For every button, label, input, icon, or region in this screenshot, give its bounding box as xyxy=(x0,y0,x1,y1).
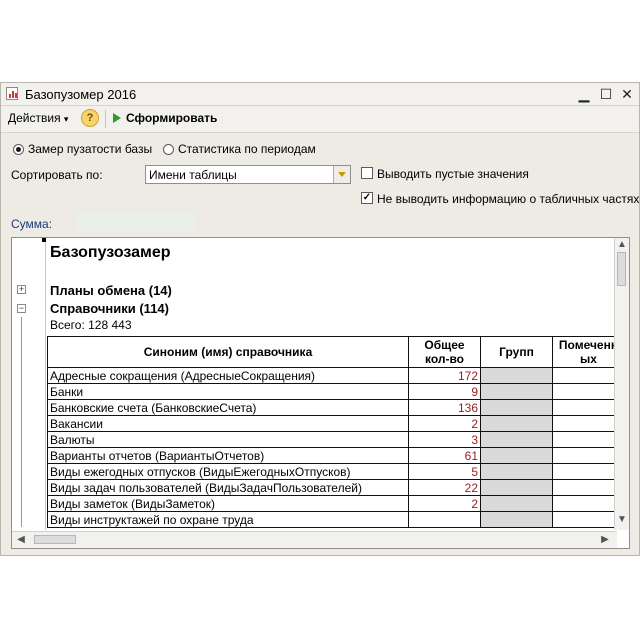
row-name: Банки xyxy=(47,383,409,400)
section-exchange-plans: Планы обмена (14) xyxy=(50,283,172,298)
radio-stats[interactable] xyxy=(163,144,174,155)
table-row[interactable]: Адресные сокращения (АдресныеСокращения)… xyxy=(47,367,625,384)
section-catalogs: Справочники (114) xyxy=(50,301,169,316)
actions-menu[interactable]: Действия ▾ xyxy=(8,111,68,125)
row-name: Виды заметок (ВидыЗаметок) xyxy=(47,495,409,512)
generate-button[interactable]: Сформировать xyxy=(113,111,217,125)
window-title: Базопузомер 2016 xyxy=(25,87,137,102)
checkbox-no-tables-label[interactable]: Не выводить информацию о табличных частя… xyxy=(377,192,639,206)
total-count: Всего: 128 443 xyxy=(50,318,132,332)
row-count: 2 xyxy=(408,415,481,432)
minimize-button[interactable]: ▁ xyxy=(575,85,593,103)
checkbox-empty-values-label[interactable]: Выводить пустые значения xyxy=(377,167,529,181)
row-count: 9 xyxy=(408,383,481,400)
cell-cursor xyxy=(42,238,46,242)
row-count: 2 xyxy=(408,495,481,512)
report-document[interactable]: + − Базопузозамер Планы обмена (14) Спра… xyxy=(11,237,630,549)
table-row[interactable]: Вакансии 2 xyxy=(47,415,625,432)
row-count: 172 xyxy=(408,367,481,384)
table-row[interactable]: Варианты отчетов (ВариантыОтчетов) 61 xyxy=(47,447,625,464)
row-count: 61 xyxy=(408,447,481,464)
sum-field xyxy=(76,213,196,231)
row-name: Виды задач пользователей (ВидыЗадачПольз… xyxy=(47,479,409,496)
sort-label: Сортировать по: xyxy=(11,168,103,182)
horizontal-scroll-thumb[interactable] xyxy=(34,535,76,544)
row-groups xyxy=(480,463,553,480)
generate-button-label: Сформировать xyxy=(126,111,218,125)
close-button[interactable]: ✕ xyxy=(618,85,636,103)
scroll-down-icon[interactable]: ▼ xyxy=(615,514,629,525)
app-window: Базопузомер 2016 ▁ ☐ ✕ Действия ▾ ? Сфор… xyxy=(0,82,640,556)
vertical-scroll-thumb[interactable] xyxy=(617,252,626,286)
app-chart-icon xyxy=(6,87,18,100)
row-name: Адресные сокращения (АдресныеСокращения) xyxy=(47,367,409,384)
row-name: Вакансии xyxy=(47,415,409,432)
radio-measure[interactable] xyxy=(13,144,24,155)
chevron-down-icon: ▾ xyxy=(63,114,69,124)
toolbar-separator xyxy=(105,110,106,128)
catalog-table: Синоним (имя) справочника Общее кол-во Г… xyxy=(47,336,625,528)
expand-icon[interactable]: + xyxy=(17,285,26,294)
row-count: 22 xyxy=(408,479,481,496)
row-groups xyxy=(480,479,553,496)
col-groups: Групп xyxy=(480,336,553,368)
row-name: Банковские счета (БанковскиеСчета) xyxy=(47,399,409,416)
col-synonym: Синоним (имя) справочника xyxy=(47,336,409,368)
row-count: 5 xyxy=(408,463,481,480)
checkbox-no-tables[interactable]: ✓ xyxy=(361,192,373,204)
table-row[interactable]: Виды ежегодных отпусков (ВидыЕжегодныхОт… xyxy=(47,463,625,480)
radio-measure-label[interactable]: Замер пузатости базы xyxy=(28,142,152,156)
sort-select-value: Имени таблицы xyxy=(149,168,237,182)
scroll-left-icon[interactable]: ◀ xyxy=(14,534,28,545)
play-icon xyxy=(113,113,121,123)
group-line xyxy=(21,317,22,527)
table-row[interactable]: Банковские счета (БанковскиеСчета) 136 xyxy=(47,399,625,416)
table-row[interactable]: Банки 9 xyxy=(47,383,625,400)
checkbox-empty-values[interactable] xyxy=(361,167,373,179)
sum-label: Сумма: xyxy=(11,217,53,231)
row-groups xyxy=(480,495,553,512)
gutter-divider xyxy=(45,238,46,530)
vertical-scrollbar[interactable]: ▲ ▼ xyxy=(614,238,629,530)
horizontal-scrollbar[interactable]: ◀ ▶ xyxy=(12,531,617,548)
row-groups xyxy=(480,367,553,384)
report-title: Базопузозамер xyxy=(50,244,171,261)
collapse-icon[interactable]: − xyxy=(17,304,26,313)
row-groups xyxy=(480,431,553,448)
row-name: Виды инструктажей по охране труда xyxy=(47,511,409,528)
row-count: 136 xyxy=(408,399,481,416)
title-bar: Базопузомер 2016 ▁ ☐ ✕ xyxy=(1,83,639,106)
table-row[interactable]: Виды задач пользователей (ВидыЗадачПольз… xyxy=(47,479,625,496)
table-row[interactable]: Виды инструктажей по охране труда xyxy=(47,511,625,528)
radio-stats-label[interactable]: Статистика по периодам xyxy=(178,142,316,156)
maximize-button[interactable]: ☐ xyxy=(597,85,615,103)
row-groups xyxy=(480,415,553,432)
row-count: 3 xyxy=(408,431,481,448)
row-name: Варианты отчетов (ВариантыОтчетов) xyxy=(47,447,409,464)
toolbar: Действия ▾ ? Сформировать xyxy=(1,106,639,133)
row-count xyxy=(408,511,481,528)
scroll-up-icon[interactable]: ▲ xyxy=(615,239,629,250)
row-name: Виды ежегодных отпусков (ВидыЕжегодныхОт… xyxy=(47,463,409,480)
row-groups xyxy=(480,399,553,416)
actions-menu-label: Действия xyxy=(8,111,61,125)
help-icon[interactable]: ? xyxy=(81,109,99,127)
col-total: Общее кол-во xyxy=(408,336,481,368)
table-row[interactable]: Валюты 3 xyxy=(47,431,625,448)
row-groups xyxy=(480,511,553,528)
dropdown-arrow-icon[interactable] xyxy=(333,166,350,183)
sort-select[interactable]: Имени таблицы xyxy=(145,165,351,184)
row-name: Валюты xyxy=(47,431,409,448)
scroll-right-icon[interactable]: ▶ xyxy=(598,534,612,545)
table-row[interactable]: Виды заметок (ВидыЗаметок) 2 xyxy=(47,495,625,512)
table-header: Синоним (имя) справочника Общее кол-во Г… xyxy=(47,336,625,368)
row-groups xyxy=(480,447,553,464)
row-groups xyxy=(480,383,553,400)
